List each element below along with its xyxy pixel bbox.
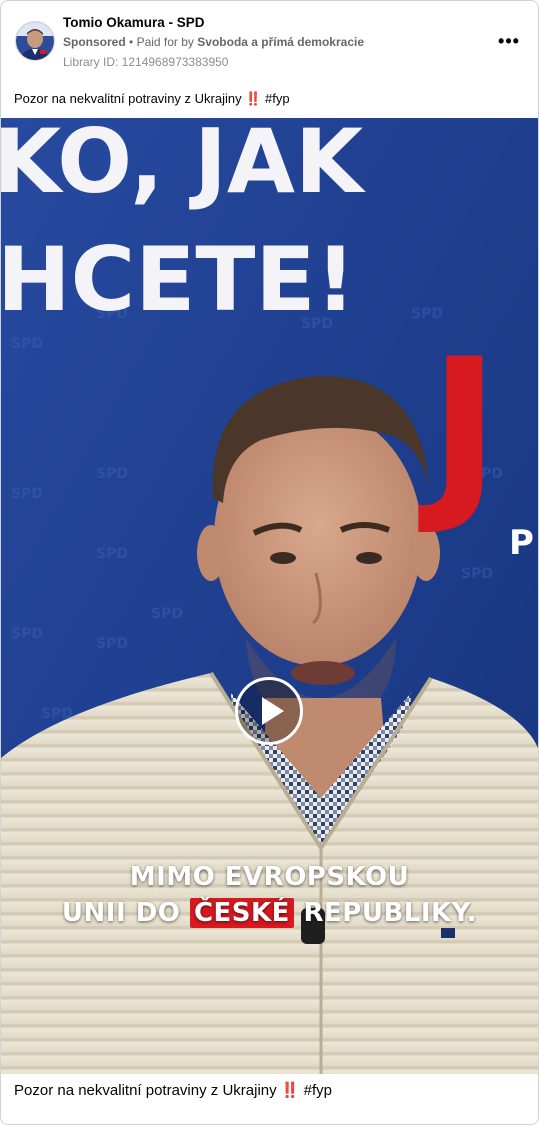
avatar-image — [16, 22, 54, 60]
svg-text:SPD: SPD — [461, 566, 493, 582]
sponsor-line: Sponsored • Paid for by Svoboda a přímá … — [63, 35, 364, 49]
subtitle-part-a: UNII DO — [61, 898, 181, 928]
hashtag-link[interactable]: #fyp — [265, 91, 290, 106]
double-exclamation-icon: ‼️ — [245, 91, 262, 106]
subtitle-line-1: MIMO EVROPSKOU — [129, 862, 410, 892]
subtitle-part-b: REPUBLIKY. — [303, 898, 478, 928]
library-id: Library ID: 1214968973383950 — [63, 55, 229, 69]
svg-text:SPD: SPD — [11, 626, 43, 642]
backdrop-small-letter: P — [509, 523, 534, 563]
paid-for-prefix: Paid for by — [136, 35, 194, 49]
paid-for-by-link[interactable]: Svoboda a přímá demokracie — [197, 35, 364, 49]
subtitle-line-2: UNII DO ČESKÉ REPUBLIKY. — [1, 898, 538, 928]
footer-hashtag-link[interactable]: #fyp — [304, 1082, 332, 1099]
backdrop-slogan-line2: HCETE! — [1, 228, 356, 331]
video-player[interactable]: SPD SPD SPD SPD SPD SPD SPD SPD SPD SPD SPD SPD S… — [1, 118, 538, 1074]
sponsored-label: Sponsored — [63, 35, 126, 49]
subtitle-highlight: ČESKÉ — [189, 898, 294, 928]
footer-caption-text: Pozor na nekvalitní potraviny z Ukrajiny — [14, 1082, 277, 1099]
separator-dot: • — [129, 35, 137, 49]
caption-text: Pozor na nekvalitní potraviny z Ukrajiny — [14, 91, 242, 106]
footer-caption: Pozor na nekvalitní potraviny z Ukrajiny… — [14, 1081, 332, 1099]
more-horizontal-icon: ••• — [498, 31, 520, 51]
page-name[interactable]: Tomio Okamura - SPD — [63, 15, 205, 30]
svg-text:SPD: SPD — [96, 636, 128, 652]
more-options-button[interactable]: ••• — [498, 31, 520, 51]
play-icon — [262, 697, 284, 725]
double-exclamation-icon: ‼️ — [280, 1082, 300, 1099]
ad-header: Tomio Okamura - SPD Sponsored • Paid for… — [1, 1, 538, 79]
backdrop-slogan-line1: KO, JAK — [1, 118, 364, 213]
svg-text:SPD: SPD — [96, 546, 128, 562]
play-button[interactable] — [235, 677, 303, 745]
svg-text:SPD: SPD — [11, 336, 43, 352]
ad-card: Tomio Okamura - SPD Sponsored • Paid for… — [0, 0, 539, 1125]
post-caption: Pozor na nekvalitní potraviny z Ukrajiny… — [14, 91, 290, 107]
svg-text:SPD: SPD — [96, 466, 128, 482]
avatar[interactable] — [15, 21, 55, 61]
svg-text:SPD: SPD — [11, 486, 43, 502]
svg-text:SPD: SPD — [151, 606, 183, 622]
backdrop-red-letter: J — [429, 318, 500, 539]
